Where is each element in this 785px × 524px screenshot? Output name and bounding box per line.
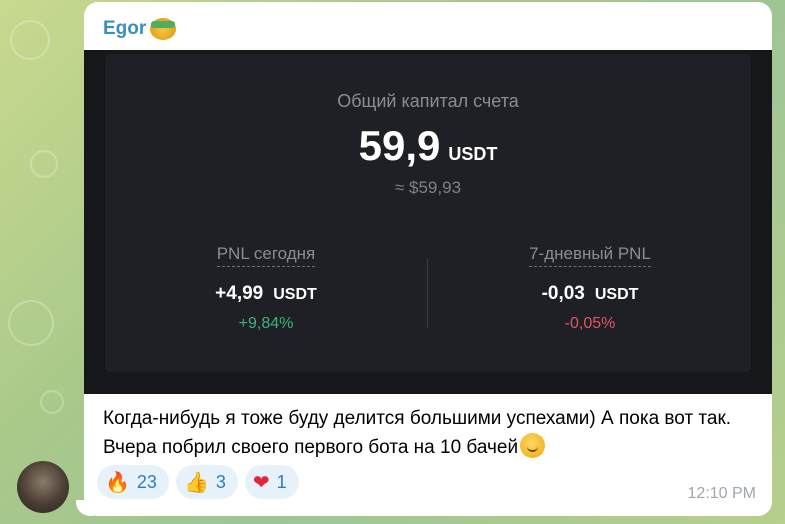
wallpaper-doodle xyxy=(10,20,50,60)
reaction-fire[interactable]: 🔥 23 xyxy=(97,465,169,499)
sender-name-text[interactable]: Egor xyxy=(103,18,146,40)
money-face-emoji-icon xyxy=(150,18,177,40)
total-capital-usd: ≈ $59,93 xyxy=(394,178,462,197)
pnl-7d-percent: -0,05% xyxy=(564,315,616,332)
total-capital-row: 59,9 USDT xyxy=(105,122,751,170)
attached-screenshot[interactable]: Общий капитал счета 59,9 USDT ≈ $59,93 P… xyxy=(84,50,772,394)
thumbs-up-icon: 👍 xyxy=(183,470,209,494)
pnl-7d-label: 7-дневный PNL xyxy=(529,244,651,267)
reaction-count: 3 xyxy=(215,471,226,492)
pnl-today-unit: USDT xyxy=(273,286,317,303)
sender-avatar[interactable] xyxy=(17,461,69,513)
pnl-today-label: PNL сегодня xyxy=(216,244,316,267)
reaction-heart[interactable]: ❤ 1 xyxy=(244,465,299,499)
balance-card: Общий капитал счета 59,9 USDT ≈ $59,93 P… xyxy=(105,54,751,372)
message-text: Когда-нибудь я тоже буду делится большим… xyxy=(103,404,763,462)
pnl-7d-block: 7-дневный PNL -0,03 USDT -0,05% xyxy=(470,244,710,333)
pnl-divider xyxy=(427,258,428,328)
message-time: 12:10 PM xyxy=(687,485,756,502)
message-text-content: Когда-нибудь я тоже буду делится большим… xyxy=(103,408,732,458)
pnl-today-value: +4,99 xyxy=(215,283,264,304)
reaction-count: 23 xyxy=(136,471,157,492)
total-capital-label: Общий капитал счета xyxy=(337,91,519,111)
heart-icon: ❤ xyxy=(252,470,270,494)
wallpaper-doodle xyxy=(40,390,64,414)
sender-name[interactable]: Egor xyxy=(103,18,177,40)
pnl-7d-unit: USDT xyxy=(594,286,639,303)
total-capital-unit: USDT xyxy=(448,144,498,164)
pnl-7d-value: -0,03 xyxy=(541,283,585,304)
upside-down-face-emoji-icon xyxy=(520,433,546,458)
pnl-today-percent: +9,84% xyxy=(238,315,294,332)
reaction-count: 1 xyxy=(276,471,287,492)
wallpaper-doodle xyxy=(8,300,54,346)
pnl-7d-value-row: -0,03 USDT xyxy=(470,283,710,305)
total-capital-value: 59,9 xyxy=(358,122,441,169)
wallpaper-doodle xyxy=(30,150,58,178)
reaction-thumbs-up[interactable]: 👍 3 xyxy=(175,465,238,499)
message-bubble[interactable]: Egor Общий капитал счета 59,9 USDT ≈ $59… xyxy=(84,2,772,516)
pnl-today-value-row: +4,99 USDT xyxy=(146,283,386,305)
fire-icon: 🔥 xyxy=(105,470,130,494)
pnl-today-block: PNL сегодня +4,99 USDT +9,84% xyxy=(146,244,386,333)
reactions-bar: 🔥 23 👍 3 ❤ 1 xyxy=(97,465,299,499)
